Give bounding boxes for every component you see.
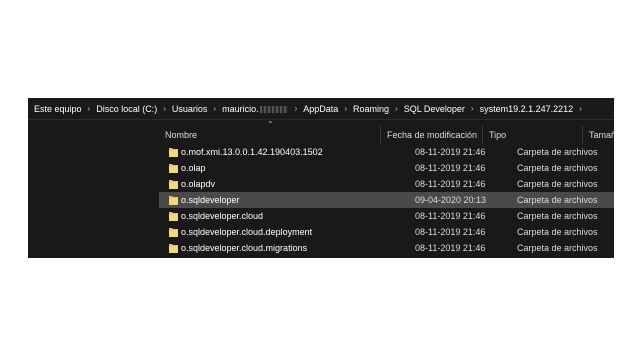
breadcrumb-item-appdata[interactable]: AppData bbox=[301, 104, 340, 114]
breadcrumb-item-disco-local[interactable]: Disco local (C:) bbox=[94, 104, 159, 114]
file-type: Carpeta de archivos bbox=[517, 147, 598, 157]
file-name: o.olap bbox=[181, 163, 206, 173]
breadcrumb-separator-icon[interactable]: › bbox=[291, 104, 302, 113]
breadcrumb-separator-icon[interactable]: › bbox=[575, 104, 586, 113]
folder-icon bbox=[169, 148, 178, 157]
folder-icon bbox=[169, 164, 178, 173]
column-header-size[interactable]: Tamaño bbox=[583, 126, 614, 144]
file-row[interactable]: o.sqldeveloper 09-04-2020 20:13 Carpeta de… bbox=[159, 192, 614, 208]
file-name: o.mof.xmi.13.0.0.1.42.190403.1502 bbox=[181, 147, 323, 157]
column-header-row: Nombre Fecha de modificación Tipo Tamaño bbox=[159, 126, 614, 144]
address-bar-breadcrumb[interactable]: Este equipo › Disco local (C:) › Usuario… bbox=[28, 98, 614, 120]
file-list-pane[interactable]: ⌃ Nombre Fecha de modificación Tipo Tama… bbox=[159, 120, 614, 258]
file-modified-date: 08-11-2019 21:46 bbox=[415, 211, 486, 221]
file-row[interactable]: o.sqldeveloper.cloud.migrations 08-11-201… bbox=[159, 240, 614, 256]
breadcrumb-item-roaming[interactable]: Roaming bbox=[351, 104, 391, 114]
file-type: Carpeta de archivos bbox=[517, 227, 598, 237]
breadcrumb-separator-icon[interactable]: › bbox=[391, 104, 402, 113]
breadcrumb-item-usuarios[interactable]: Usuarios bbox=[170, 104, 210, 114]
file-name: o.sqldeveloper.cloud bbox=[181, 211, 264, 221]
column-header-date[interactable]: Fecha de modificación bbox=[381, 126, 483, 144]
file-modified-date: 08-11-2019 21:46 bbox=[415, 179, 486, 189]
file-row[interactable]: o.sqldeveloper.cloud 08-11-2019 21:46 Carp… bbox=[159, 208, 614, 224]
file-row[interactable]: o.sqldeveloper.cloud.deployment 08-11-201… bbox=[159, 224, 614, 240]
breadcrumb-user-label: mauricio. bbox=[222, 103, 259, 114]
column-header-type-label: Tipo bbox=[489, 130, 507, 140]
file-modified-date: 08-11-2019 21:46 bbox=[415, 163, 486, 173]
breadcrumb-item-este-equipo[interactable]: Este equipo bbox=[32, 104, 84, 114]
breadcrumb-separator-icon[interactable]: › bbox=[340, 104, 351, 113]
file-list: o.mof.xmi.13.0.0.1.42.190403.1502 08-11-2… bbox=[159, 144, 614, 256]
folder-icon bbox=[169, 196, 178, 205]
breadcrumb-separator-icon[interactable]: › bbox=[159, 104, 170, 113]
breadcrumb-separator-icon[interactable]: › bbox=[84, 104, 95, 113]
column-header-name[interactable]: Nombre bbox=[159, 126, 381, 144]
file-type: Carpeta de archivos bbox=[517, 195, 598, 205]
breadcrumb-separator-icon[interactable]: › bbox=[467, 104, 478, 113]
file-modified-date: 08-11-2019 21:46 bbox=[415, 147, 486, 157]
file-row[interactable]: o.mof.xmi.13.0.0.1.42.190403.1502 08-11-2… bbox=[159, 144, 614, 160]
folder-icon bbox=[169, 228, 178, 237]
column-header-date-label: Fecha de modificación bbox=[387, 130, 478, 140]
folder-icon bbox=[169, 212, 178, 221]
file-name: o.olapdv bbox=[181, 179, 216, 189]
folder-icon bbox=[169, 180, 178, 189]
file-modified-date: 09-04-2020 20:13 bbox=[415, 195, 487, 205]
file-type: Carpeta de archivos bbox=[517, 163, 598, 173]
breadcrumb-separator-icon[interactable]: › bbox=[209, 104, 220, 113]
navigation-pane[interactable] bbox=[28, 120, 159, 258]
file-row[interactable]: o.olapdv 08-11-2019 21:46 Carpeta de archi… bbox=[159, 176, 614, 192]
file-name: o.sqldeveloper bbox=[181, 195, 240, 205]
folder-icon bbox=[169, 244, 178, 253]
column-header-name-label: Nombre bbox=[165, 130, 198, 140]
column-header-type[interactable]: Tipo bbox=[483, 126, 583, 144]
file-row[interactable]: o.olap 08-11-2019 21:46 Carpeta de archivo… bbox=[159, 160, 614, 176]
redacted-text-mark bbox=[259, 105, 288, 113]
breadcrumb-item-system[interactable]: system19.2.1.247.2212 bbox=[478, 104, 576, 114]
file-type: Carpeta de archivos bbox=[517, 211, 598, 221]
file-explorer-window: Este equipo › Disco local (C:) › Usuario… bbox=[28, 98, 614, 258]
file-modified-date: 08-11-2019 21:46 bbox=[415, 227, 486, 237]
file-name: o.sqldeveloper.cloud.deployment bbox=[181, 227, 313, 237]
file-name: o.sqldeveloper.cloud.migrations bbox=[181, 243, 308, 253]
breadcrumb-item-sql-developer[interactable]: SQL Developer bbox=[402, 104, 467, 114]
breadcrumb-item-user[interactable]: mauricio. bbox=[220, 104, 291, 114]
file-type: Carpeta de archivos bbox=[517, 179, 598, 189]
file-modified-date: 08-11-2019 21:46 bbox=[415, 243, 486, 253]
column-header-size-label: Tamaño bbox=[589, 130, 614, 140]
file-type: Carpeta de archivos bbox=[517, 243, 598, 253]
